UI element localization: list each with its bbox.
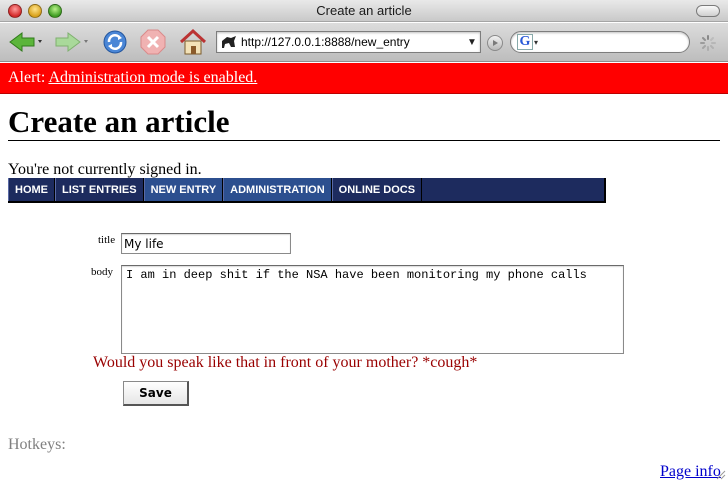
home-button[interactable] <box>176 27 210 57</box>
google-search-icon[interactable]: G <box>517 34 533 50</box>
stop-icon <box>140 29 166 55</box>
reload-button[interactable] <box>100 27 130 57</box>
page-title: Create an article <box>8 104 230 139</box>
search-bar[interactable]: G ▾ <box>510 31 690 53</box>
stop-button[interactable] <box>138 27 168 57</box>
url-history-dropdown-icon[interactable]: ▼ <box>464 37 480 48</box>
resize-grip-icon[interactable] <box>714 468 726 480</box>
body-label: body <box>91 266 113 278</box>
search-engine-dropdown-icon[interactable]: ▾ <box>534 38 538 47</box>
nav-item-online-docs[interactable]: ONLINE DOCS <box>331 178 423 201</box>
back-arrow-icon <box>9 32 42 52</box>
main-nav: HOME LIST ENTRIES NEW ENTRY ADMINISTRATI… <box>8 178 606 203</box>
admin-mode-link[interactable]: Administration mode is enabled. <box>48 69 257 86</box>
forward-button[interactable] <box>52 27 92 57</box>
alert-prefix: Alert: <box>8 69 46 86</box>
reload-icon <box>103 30 127 54</box>
site-favicon-icon <box>222 36 236 48</box>
heading-divider <box>8 140 720 141</box>
loading-spinner-icon <box>700 35 716 51</box>
back-button[interactable] <box>6 27 46 57</box>
toolbar-toggle-button[interactable] <box>696 5 720 17</box>
url-text: http://127.0.0.1:8888/new_entry <box>241 35 410 49</box>
page-info-link[interactable]: Page info <box>660 463 721 481</box>
nav-item-home[interactable]: HOME <box>8 178 55 201</box>
body-textarea[interactable]: I am in deep shit if the NSA have been m… <box>121 265 624 354</box>
browser-toolbar: http://127.0.0.1:8888/new_entry ▼ G ▾ <box>0 23 728 62</box>
admin-alert-bar: Alert: Administration mode is enabled. <box>0 63 728 94</box>
title-label: title <box>98 234 116 246</box>
nav-item-list-entries[interactable]: LIST ENTRIES <box>55 178 144 201</box>
go-icon[interactable] <box>487 35 503 51</box>
signin-status: You're not currently signed in. <box>8 161 202 178</box>
title-input[interactable] <box>121 233 291 254</box>
url-bar[interactable]: http://127.0.0.1:8888/new_entry ▼ <box>216 31 481 53</box>
nav-item-new-entry[interactable]: NEW ENTRY <box>143 178 224 201</box>
profanity-warning: Would you speak like that in front of yo… <box>93 354 478 371</box>
home-icon <box>179 28 207 55</box>
window-titlebar: Create an article <box>0 0 728 22</box>
hotkeys-label: Hotkeys: <box>8 436 66 453</box>
save-button[interactable]: Save <box>123 381 189 406</box>
forward-arrow-icon <box>55 32 88 52</box>
window-title: Create an article <box>316 3 412 18</box>
nav-item-administration[interactable]: ADMINISTRATION <box>223 178 332 201</box>
